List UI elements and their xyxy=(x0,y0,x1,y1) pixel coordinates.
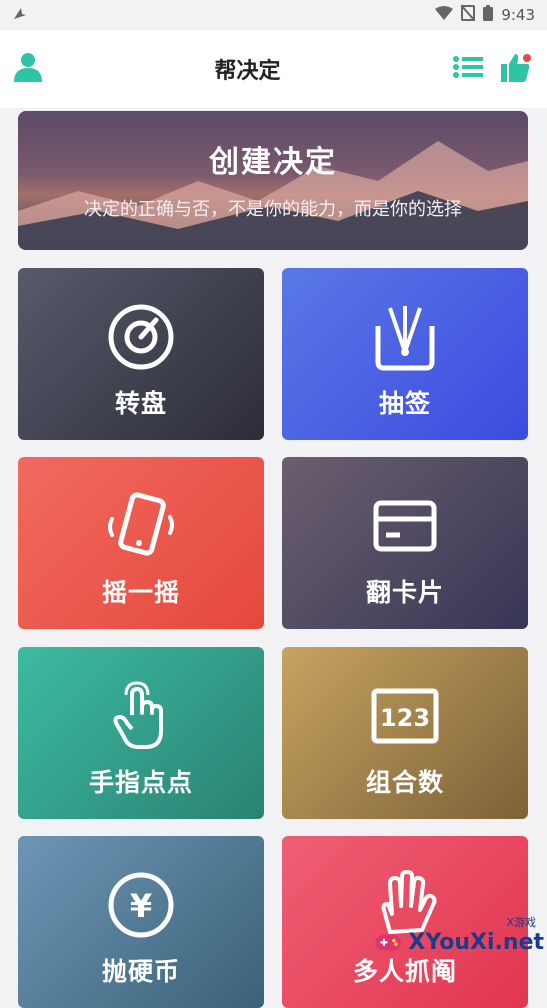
watermark-small-text: X游戏 xyxy=(506,916,536,929)
card-finger-tap[interactable]: 手指点点 xyxy=(18,647,264,819)
number-combo-icon: 123 xyxy=(371,688,439,744)
card-label: 抽签 xyxy=(378,389,431,418)
create-decision-banner[interactable]: 创建决定 决定的正确与否，不是你的能力，而是你的选择 xyxy=(18,111,528,250)
notification-bird-icon xyxy=(12,5,28,25)
list-icon[interactable] xyxy=(452,56,483,82)
card-label: 摇一摇 xyxy=(101,578,180,607)
card-label: 组合数 xyxy=(365,768,444,797)
flip-card-icon xyxy=(373,500,437,552)
svg-text:123: 123 xyxy=(380,704,430,732)
finger-tap-icon xyxy=(113,681,163,749)
card-label: 抛硬币 xyxy=(101,957,180,986)
page-title: 帮决定 xyxy=(214,59,281,84)
site-watermark: XYouXi.net X游戏 xyxy=(374,916,544,968)
card-spinner[interactable]: 转盘 xyxy=(18,268,264,440)
gamepad-logo-icon xyxy=(375,934,401,951)
banner-subtitle: 决定的正确与否，不是你的能力，而是你的选择 xyxy=(84,199,462,220)
shake-phone-icon xyxy=(108,492,174,556)
no-sim-icon xyxy=(460,4,477,25)
spinner-dial-icon xyxy=(108,304,174,370)
card-label: 转盘 xyxy=(114,389,167,418)
thumbs-up-icon[interactable] xyxy=(500,52,533,86)
watermark-text: XYouXi.net xyxy=(408,929,544,955)
card-label: 翻卡片 xyxy=(365,578,444,607)
wifi-icon xyxy=(435,6,454,24)
card-coin-toss[interactable]: ¥ 抛硬币 xyxy=(18,836,264,1008)
card-flip[interactable]: 翻卡片 xyxy=(282,457,528,629)
card-draw-lots[interactable]: 抽签 xyxy=(282,268,528,440)
card-label: 手指点点 xyxy=(88,768,193,797)
banner-title: 创建决定 xyxy=(209,145,337,180)
battery-icon xyxy=(483,5,494,25)
draw-lots-icon xyxy=(375,306,435,371)
status-time: 9:43 xyxy=(501,6,535,24)
app-bar: 帮决定 xyxy=(0,30,547,108)
svg-text:¥: ¥ xyxy=(130,887,152,925)
card-number-combo[interactable]: 123 组合数 xyxy=(282,647,528,819)
coin-toss-icon: ¥ xyxy=(108,872,174,938)
user-icon[interactable] xyxy=(14,52,42,86)
card-shake[interactable]: 摇一摇 xyxy=(18,457,264,629)
notification-badge xyxy=(522,54,531,62)
status-bar: 9:43 xyxy=(0,0,547,30)
